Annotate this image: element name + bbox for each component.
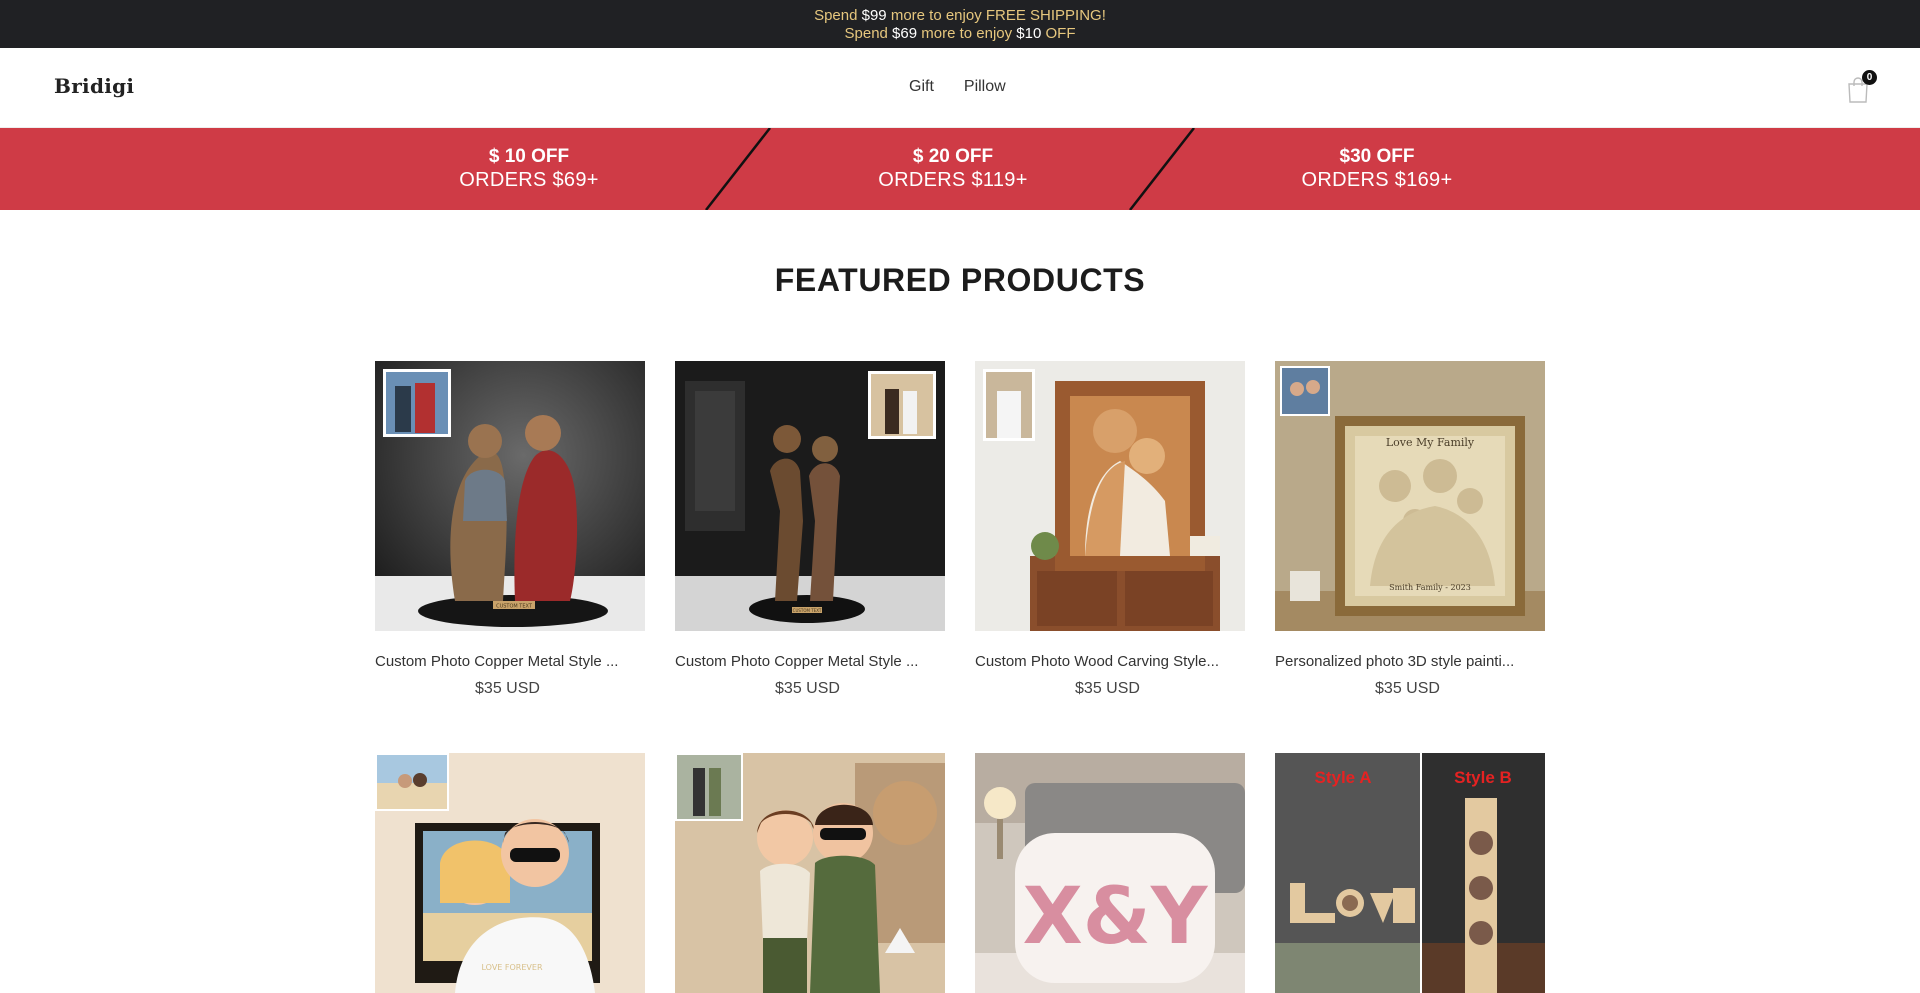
product-price: $35 USD	[775, 680, 840, 697]
promo-tier-2: $ 20 OFF ORDERS $119+	[803, 146, 1103, 192]
promo-banner: $ 10 OFF ORDERS $69+ $ 20 OFF ORDERS $11…	[0, 128, 1920, 210]
promo-tier-1: $ 10 OFF ORDERS $69+	[379, 146, 679, 192]
announce-amount: $69	[892, 24, 918, 42]
product-image[interactable]: X&Y	[975, 753, 1245, 993]
site-logo[interactable]: Bridigi	[54, 74, 134, 98]
announce-discount: $10	[1016, 24, 1042, 42]
product-name[interactable]: Custom Photo Copper Metal Style ...	[375, 653, 645, 670]
product-card[interactable]: X&Y	[975, 753, 1245, 993]
product-image[interactable]: Love My Family Smith Family - 2023	[1275, 361, 1545, 631]
product-price: $35 USD	[1075, 680, 1140, 697]
product-name[interactable]: Custom Photo Copper Metal Style ...	[675, 653, 945, 670]
product-name[interactable]: Personalized photo 3D style painti...	[1275, 653, 1545, 670]
promo-divider	[705, 128, 771, 210]
product-price: $35 USD	[1375, 680, 1440, 697]
product-image[interactable]: CUSTOM TEXT	[675, 361, 945, 631]
cart-button[interactable]: 0	[1846, 70, 1877, 106]
announce-text: Spend	[844, 24, 893, 42]
product-image[interactable]: Style A Style B	[1275, 753, 1545, 993]
discount-message: Spend $69 more to enjoy $10 OFF	[845, 25, 1076, 42]
announce-amount: $99	[861, 6, 887, 24]
announce-text: OFF	[1041, 24, 1076, 42]
style-a-label: Style A	[1314, 768, 1371, 787]
style-b-label: Style B	[1454, 768, 1512, 787]
nav-item-gift[interactable]: Gift	[909, 78, 934, 96]
plaque-text: CUSTOM TEXT	[496, 604, 533, 610]
product-card[interactable]: CUSTOM TEXT Custom Photo Copper Metal St…	[675, 361, 945, 698]
frame-caption: LOVE FOREVER	[482, 963, 543, 972]
shipping-message: Spend $99 more to enjoy FREE SHIPPING!	[814, 7, 1106, 24]
painting-title: Love My Family	[1386, 436, 1475, 449]
product-card[interactable]: LOVE FOREVER	[375, 753, 645, 993]
promo-divider	[1129, 128, 1195, 210]
plaque-text: CUSTOM TEXT	[793, 608, 822, 613]
announce-text: more to enjoy FREE SHIPPING!	[886, 6, 1106, 24]
product-card[interactable]	[675, 753, 945, 993]
product-price: $35 USD	[475, 680, 540, 697]
promo-discount: $30 OFF	[1339, 146, 1415, 167]
product-card[interactable]: Custom Photo Wood Carving Style... $35 U…	[975, 361, 1245, 698]
cart-count-badge: 0	[1862, 70, 1877, 85]
product-card[interactable]: Style A Style B	[1275, 753, 1545, 993]
main-nav: Gift Pillow	[909, 78, 1006, 96]
product-card[interactable]: Love My Family Smith Family - 2023 Perso…	[1275, 361, 1545, 698]
site-header: Bridigi Gift Pillow 0	[0, 48, 1920, 128]
section-title: FEATURED PRODUCTS	[774, 262, 1146, 298]
product-image[interactable]: CUSTOM TEXT	[375, 361, 645, 631]
product-card[interactable]: CUSTOM TEXT Custom Photo Copper Metal St…	[375, 361, 645, 698]
promo-threshold: ORDERS $119+	[878, 169, 1028, 191]
nav-item-pillow[interactable]: Pillow	[964, 78, 1006, 96]
painting-caption: Smith Family - 2023	[1389, 583, 1471, 592]
announcement-bar: Spend $99 more to enjoy FREE SHIPPING! S…	[0, 0, 1920, 48]
announce-text: Spend	[814, 6, 862, 24]
pillow-text: X&Y	[1023, 872, 1209, 962]
promo-tier-3: $30 OFF ORDERS $169+	[1227, 146, 1527, 192]
promo-threshold: ORDERS $69+	[459, 169, 599, 191]
product-name[interactable]: Custom Photo Wood Carving Style...	[975, 653, 1245, 670]
product-image[interactable]	[675, 753, 945, 993]
promo-threshold: ORDERS $169+	[1301, 169, 1453, 191]
promo-discount: $ 20 OFF	[912, 146, 994, 167]
promo-discount: $ 10 OFF	[488, 146, 570, 167]
announce-text: more to enjoy	[917, 24, 1017, 42]
product-image[interactable]: LOVE FOREVER	[375, 753, 645, 993]
product-image[interactable]	[975, 361, 1245, 631]
